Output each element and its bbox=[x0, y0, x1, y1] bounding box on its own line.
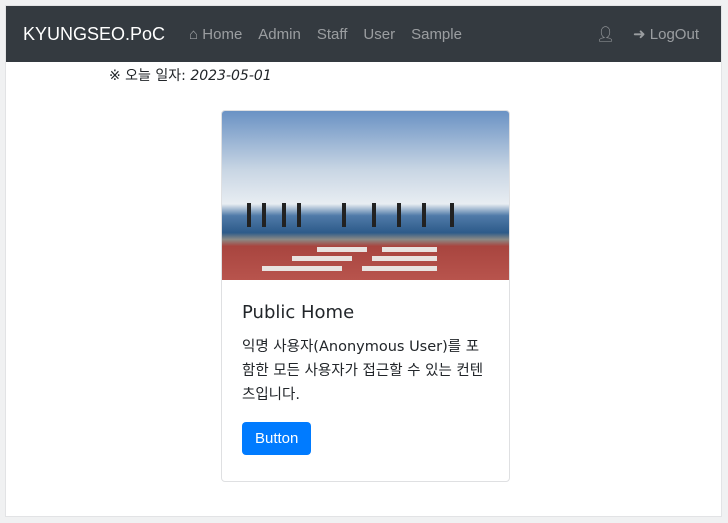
card-image bbox=[222, 111, 509, 280]
date-label: ※ 오늘 일자: bbox=[109, 68, 186, 84]
nav-links: ⌂ Home Admin Staff User Sample bbox=[189, 26, 462, 43]
nav-admin[interactable]: Admin bbox=[258, 26, 301, 43]
card: Public Home 익명 사용자(Anonymous User)를 포함한 … bbox=[221, 110, 510, 482]
home-icon: ⌂ bbox=[189, 25, 199, 43]
logout-label: LogOut bbox=[649, 26, 699, 43]
date-value: 2023-05-01 bbox=[190, 68, 272, 84]
card-body: Public Home 익명 사용자(Anonymous User)를 포함한 … bbox=[222, 280, 509, 475]
nav-home[interactable]: ⌂ Home bbox=[189, 26, 242, 43]
card-button[interactable]: Button bbox=[242, 422, 312, 455]
brand-link[interactable]: KYUNGSEO.PoC bbox=[23, 24, 165, 45]
sign-out-icon: ➜ bbox=[633, 26, 646, 43]
nav-sample[interactable]: Sample bbox=[411, 26, 462, 43]
nav-staff[interactable]: Staff bbox=[317, 26, 348, 43]
nav-user[interactable]: User bbox=[363, 26, 395, 43]
nav-right: 👤︎ ➜ LogOut bbox=[596, 25, 699, 43]
card-title: Public Home bbox=[242, 302, 355, 323]
user-icon[interactable]: 👤︎ bbox=[596, 25, 615, 43]
page: KYUNGSEO.PoC ⌂ Home Admin Staff User Sam… bbox=[5, 5, 722, 517]
nav-home-label: Home bbox=[202, 25, 243, 43]
logout-link[interactable]: ➜ LogOut bbox=[633, 25, 699, 43]
today-date: ※ 오늘 일자: 2023-05-01 bbox=[109, 65, 272, 85]
card-text: 익명 사용자(Anonymous User)를 포함한 모든 사용자가 접근할 … bbox=[242, 339, 484, 403]
navbar: KYUNGSEO.PoC ⌂ Home Admin Staff User Sam… bbox=[6, 6, 721, 62]
